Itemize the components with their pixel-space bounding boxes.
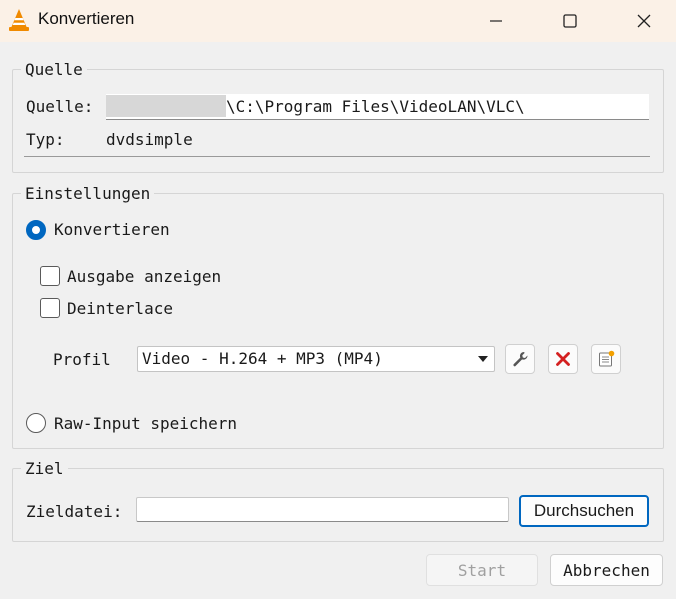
- chevron-down-icon: [478, 356, 488, 362]
- raw-input-radio[interactable]: [26, 413, 46, 433]
- window-title: Konvertieren: [38, 9, 135, 28]
- cancel-button[interactable]: Abbrechen: [550, 554, 663, 586]
- minimize-button[interactable]: [464, 0, 528, 42]
- show-output-label[interactable]: Ausgabe anzeigen: [67, 267, 221, 286]
- convert-radio[interactable]: [26, 220, 46, 240]
- maximize-button[interactable]: [538, 0, 602, 42]
- vlc-cone-icon: [9, 9, 29, 31]
- redacted-region: [106, 95, 226, 117]
- raw-input-label[interactable]: Raw-Input speichern: [54, 414, 237, 433]
- start-button[interactable]: Start: [426, 554, 538, 586]
- delete-profile-button[interactable]: [548, 344, 578, 374]
- new-profile-icon: [599, 350, 615, 367]
- deinterlace-checkbox[interactable]: [40, 298, 60, 318]
- edit-profile-button[interactable]: [505, 344, 535, 374]
- minimize-icon: [490, 20, 502, 22]
- profile-label: Profil: [53, 350, 111, 369]
- convert-radio-label[interactable]: Konvertieren: [54, 220, 170, 239]
- deinterlace-label[interactable]: Deinterlace: [67, 299, 173, 318]
- source-value: \C:\Program Files\VideoLAN\VLC\: [226, 97, 525, 116]
- destination-label: Zieldatei:: [26, 502, 123, 521]
- source-field[interactable]: \C:\Program Files\VideoLAN\VLC\: [106, 94, 649, 120]
- new-profile-button[interactable]: [591, 344, 621, 374]
- type-label: Typ:: [26, 130, 65, 149]
- wrench-icon: [513, 352, 528, 367]
- source-group-title: Quelle: [21, 60, 87, 79]
- title-bar: Konvertieren: [0, 0, 676, 42]
- profile-select[interactable]: Video - H.264 + MP3 (MP4): [137, 346, 495, 372]
- browse-button[interactable]: Durchsuchen: [519, 495, 649, 527]
- close-icon: [637, 14, 651, 28]
- close-button[interactable]: [612, 0, 676, 42]
- profile-value: Video - H.264 + MP3 (MP4): [142, 349, 383, 368]
- settings-group-title: Einstellungen: [21, 184, 155, 203]
- source-group: [12, 69, 664, 173]
- destination-file-input[interactable]: [136, 497, 509, 522]
- source-label: Quelle:: [26, 97, 94, 116]
- delete-icon: [556, 352, 570, 366]
- separator: [24, 156, 650, 157]
- show-output-checkbox[interactable]: [40, 266, 60, 286]
- type-value: dvdsimple: [106, 130, 193, 149]
- destination-group-title: Ziel: [21, 459, 68, 478]
- maximize-icon: [563, 14, 577, 28]
